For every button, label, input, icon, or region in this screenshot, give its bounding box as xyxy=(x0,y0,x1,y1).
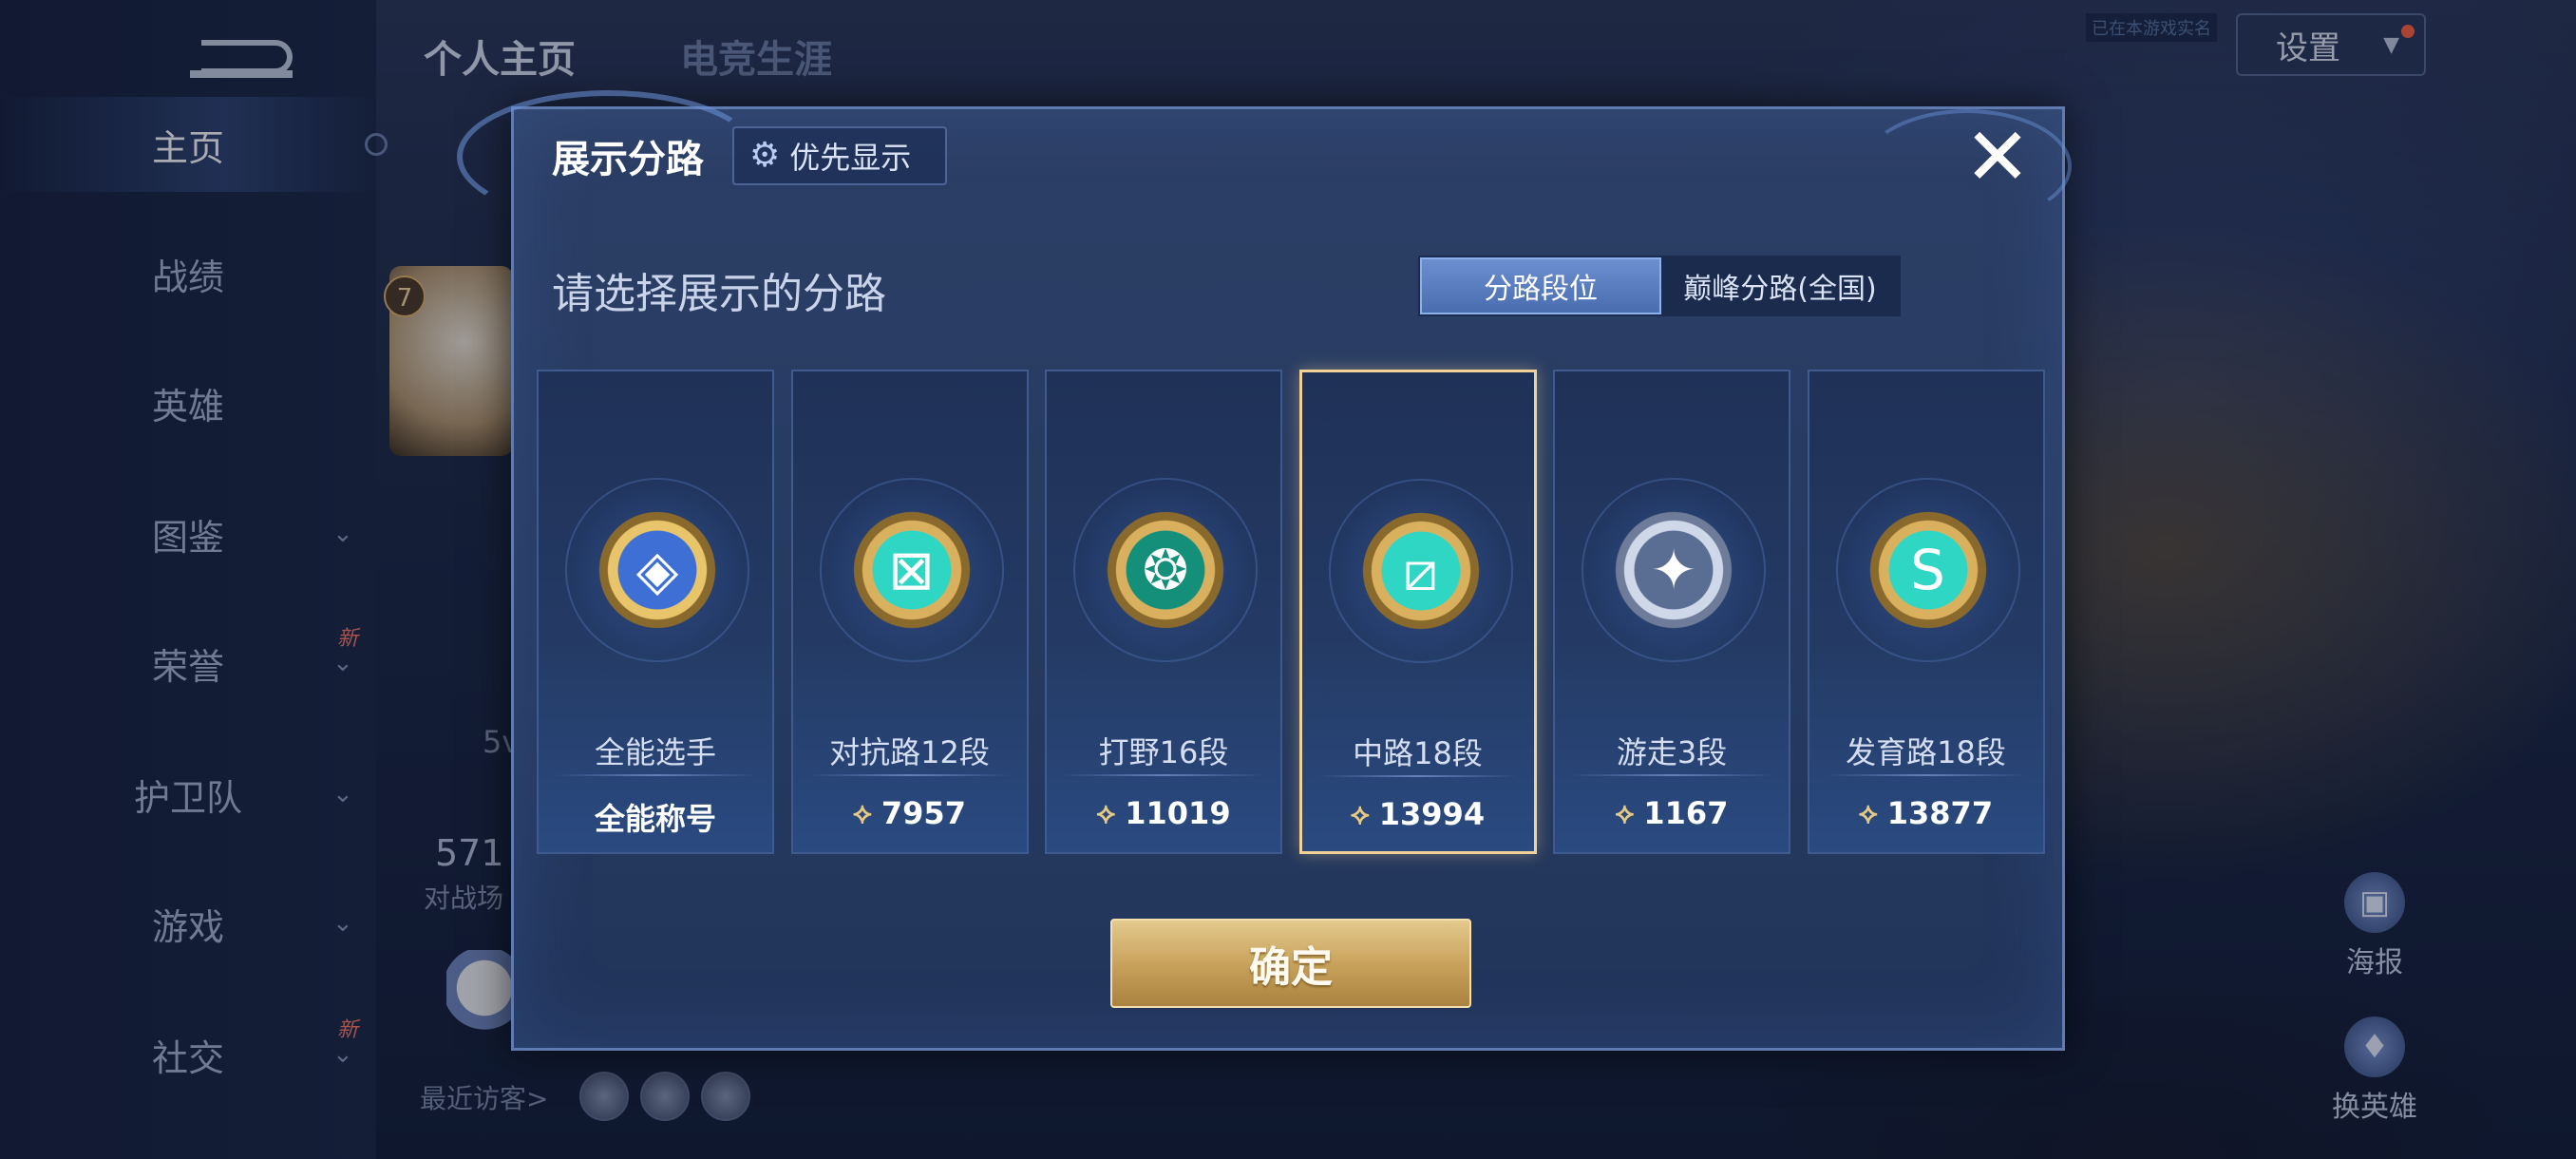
all-round-emblem-icon: ◈ xyxy=(597,510,717,630)
close-button[interactable]: ✕ xyxy=(1960,117,2036,197)
mid-lane-emblem-icon: ⧄ xyxy=(1360,511,1481,631)
lane-score: ⟡ 11019 xyxy=(1047,795,1280,831)
lane-card-list: ◈ 全能选手全能称号 ⊠ 对抗路12段 ⟡ 7957 ❂ 打野16段 ⟡ 11019 ⧄ 中路18段 ⟡… xyxy=(537,370,2047,854)
lane-view-toggle: 分路段位 巅峰分路(全国) xyxy=(1418,256,1901,316)
divider xyxy=(1318,775,1517,777)
divider xyxy=(1826,774,2026,776)
lane-score: ⟡ 1167 xyxy=(1555,795,1789,831)
lane-rank-label: 中路18段 xyxy=(1353,735,1483,771)
tab-lane-rank[interactable]: 分路段位 xyxy=(1420,257,1661,314)
tab-peak-lane-national[interactable]: 巅峰分路(全国) xyxy=(1661,257,1899,314)
lane-card[interactable]: ⊠ 对抗路12段 ⟡ 7957 xyxy=(790,370,1029,854)
priority-display-button[interactable]: ⚙ 优先显示 xyxy=(732,126,947,185)
lane-rank-label: 全能选手 xyxy=(594,734,716,770)
lane-card[interactable]: S 发育路18段 ⟡ 13877 xyxy=(1807,370,2045,854)
game-screen: 个人主页 电竞生涯 已在本游戏实名 设置 ▼ 7 5v 571 对战场 最近访客… xyxy=(0,0,2576,1159)
farm-lane-emblem-icon: S xyxy=(1867,510,1988,630)
lane-score-value: 全能称号 xyxy=(594,801,716,837)
lane-rank-label: 发育路18段 xyxy=(1846,734,2006,770)
lane-card[interactable]: ⧄ 中路18段 ⟡ 13994 xyxy=(1298,370,1537,854)
points-icon: ⟡ xyxy=(1615,796,1635,830)
lane-rank-label: 对抗路12段 xyxy=(829,734,990,770)
jungle-emblem-icon: ❂ xyxy=(1106,510,1225,630)
selection-prompt: 请选择展示的分路 xyxy=(552,270,886,318)
clash-lane-emblem-icon: ⊠ xyxy=(851,510,972,630)
lane-rank-label: 打野16段 xyxy=(1098,734,1229,770)
lane-score: ⟡ 13994 xyxy=(1302,796,1534,832)
lane-score-value: 13877 xyxy=(1886,795,1994,831)
dialog-title: 展示分路 xyxy=(552,138,704,181)
divider xyxy=(1064,774,1263,776)
lane-score-value: 13994 xyxy=(1378,796,1486,832)
lane-score-value: 7957 xyxy=(881,795,966,831)
lane-card[interactable]: ❂ 打野16段 ⟡ 11019 xyxy=(1045,370,1282,854)
roam-emblem-icon: ✦ xyxy=(1614,510,1733,630)
lane-display-dialog: 展示分路 ⚙ 优先显示 ✕ 请选择展示的分路 分路段位 巅峰分路(全国) ◈ 全能… xyxy=(457,90,2072,1051)
lane-score: 全能称号 xyxy=(539,795,772,839)
lane-card[interactable]: ✦ 游走3段 ⟡ 1167 xyxy=(1553,370,1790,854)
points-icon: ⟡ xyxy=(1350,797,1370,831)
gear-icon: ⚙ xyxy=(749,136,781,175)
points-icon: ⟡ xyxy=(853,796,872,830)
lane-score-value: 11019 xyxy=(1125,795,1231,831)
divider xyxy=(809,774,1010,776)
divider xyxy=(556,774,755,776)
points-icon: ⟡ xyxy=(1096,796,1116,830)
priority-display-label: 优先显示 xyxy=(789,140,912,176)
lane-card[interactable]: ◈ 全能选手全能称号 xyxy=(537,370,774,854)
divider xyxy=(1572,774,1771,776)
lane-rank-label: 游走3段 xyxy=(1616,734,1728,770)
lane-score: ⟡ 13877 xyxy=(1809,795,2043,831)
lane-score: ⟡ 7957 xyxy=(793,795,1027,831)
lane-score-value: 1167 xyxy=(1643,795,1729,831)
points-icon: ⟡ xyxy=(1858,796,1878,830)
confirm-button[interactable]: 确定 xyxy=(1110,919,1471,1008)
